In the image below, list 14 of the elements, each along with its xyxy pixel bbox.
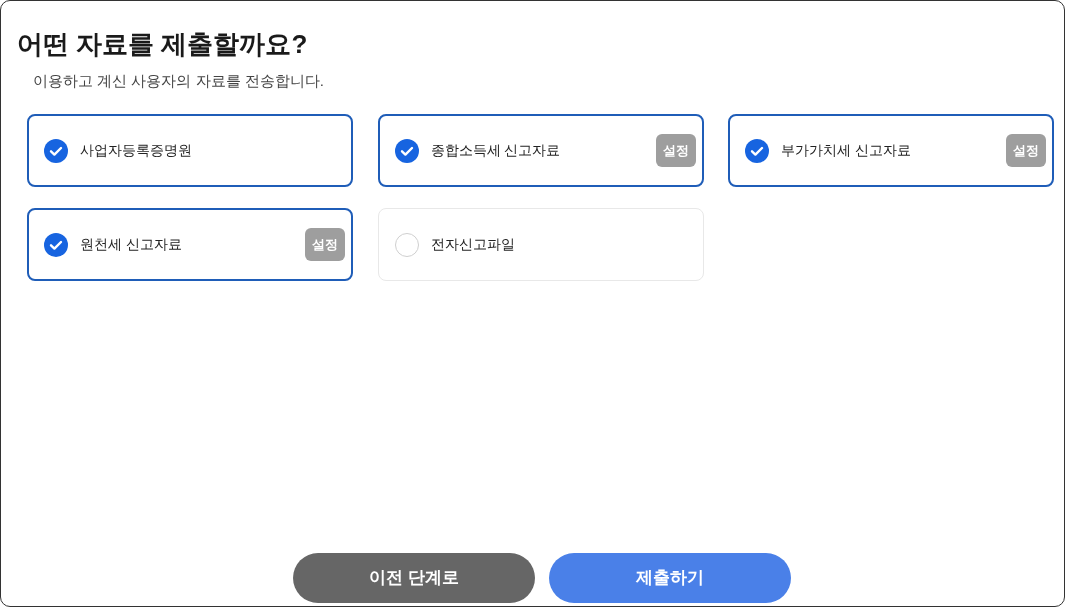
option-label: 종합소득세 신고자료 — [430, 141, 561, 160]
option-label: 사업자등록증명원 — [80, 141, 192, 160]
option-card[interactable]: 원천세 신고자료 설정 — [27, 208, 353, 281]
option-card[interactable]: 부가가치세 신고자료 설정 — [728, 114, 1054, 187]
option-label: 원천세 신고자료 — [80, 235, 182, 254]
option-card[interactable]: 전자신고파일 — [377, 208, 704, 281]
option-card[interactable]: 종합소득세 신고자료 설정 — [377, 114, 704, 187]
option-label: 부가가치세 신고자료 — [781, 141, 911, 160]
subtitle: 이용하고 계신 사용자의 자료를 전송합니다. — [33, 71, 324, 91]
option-card[interactable]: 사업자등록증명원 — [27, 114, 353, 187]
page-title: 어떤 자료를 제출할까요? — [17, 28, 308, 61]
option-label: 전자신고파일 — [430, 235, 515, 254]
submit-button[interactable]: 제출하기 — [549, 553, 791, 603]
back-button[interactable]: 이전 단계로 — [293, 553, 535, 603]
